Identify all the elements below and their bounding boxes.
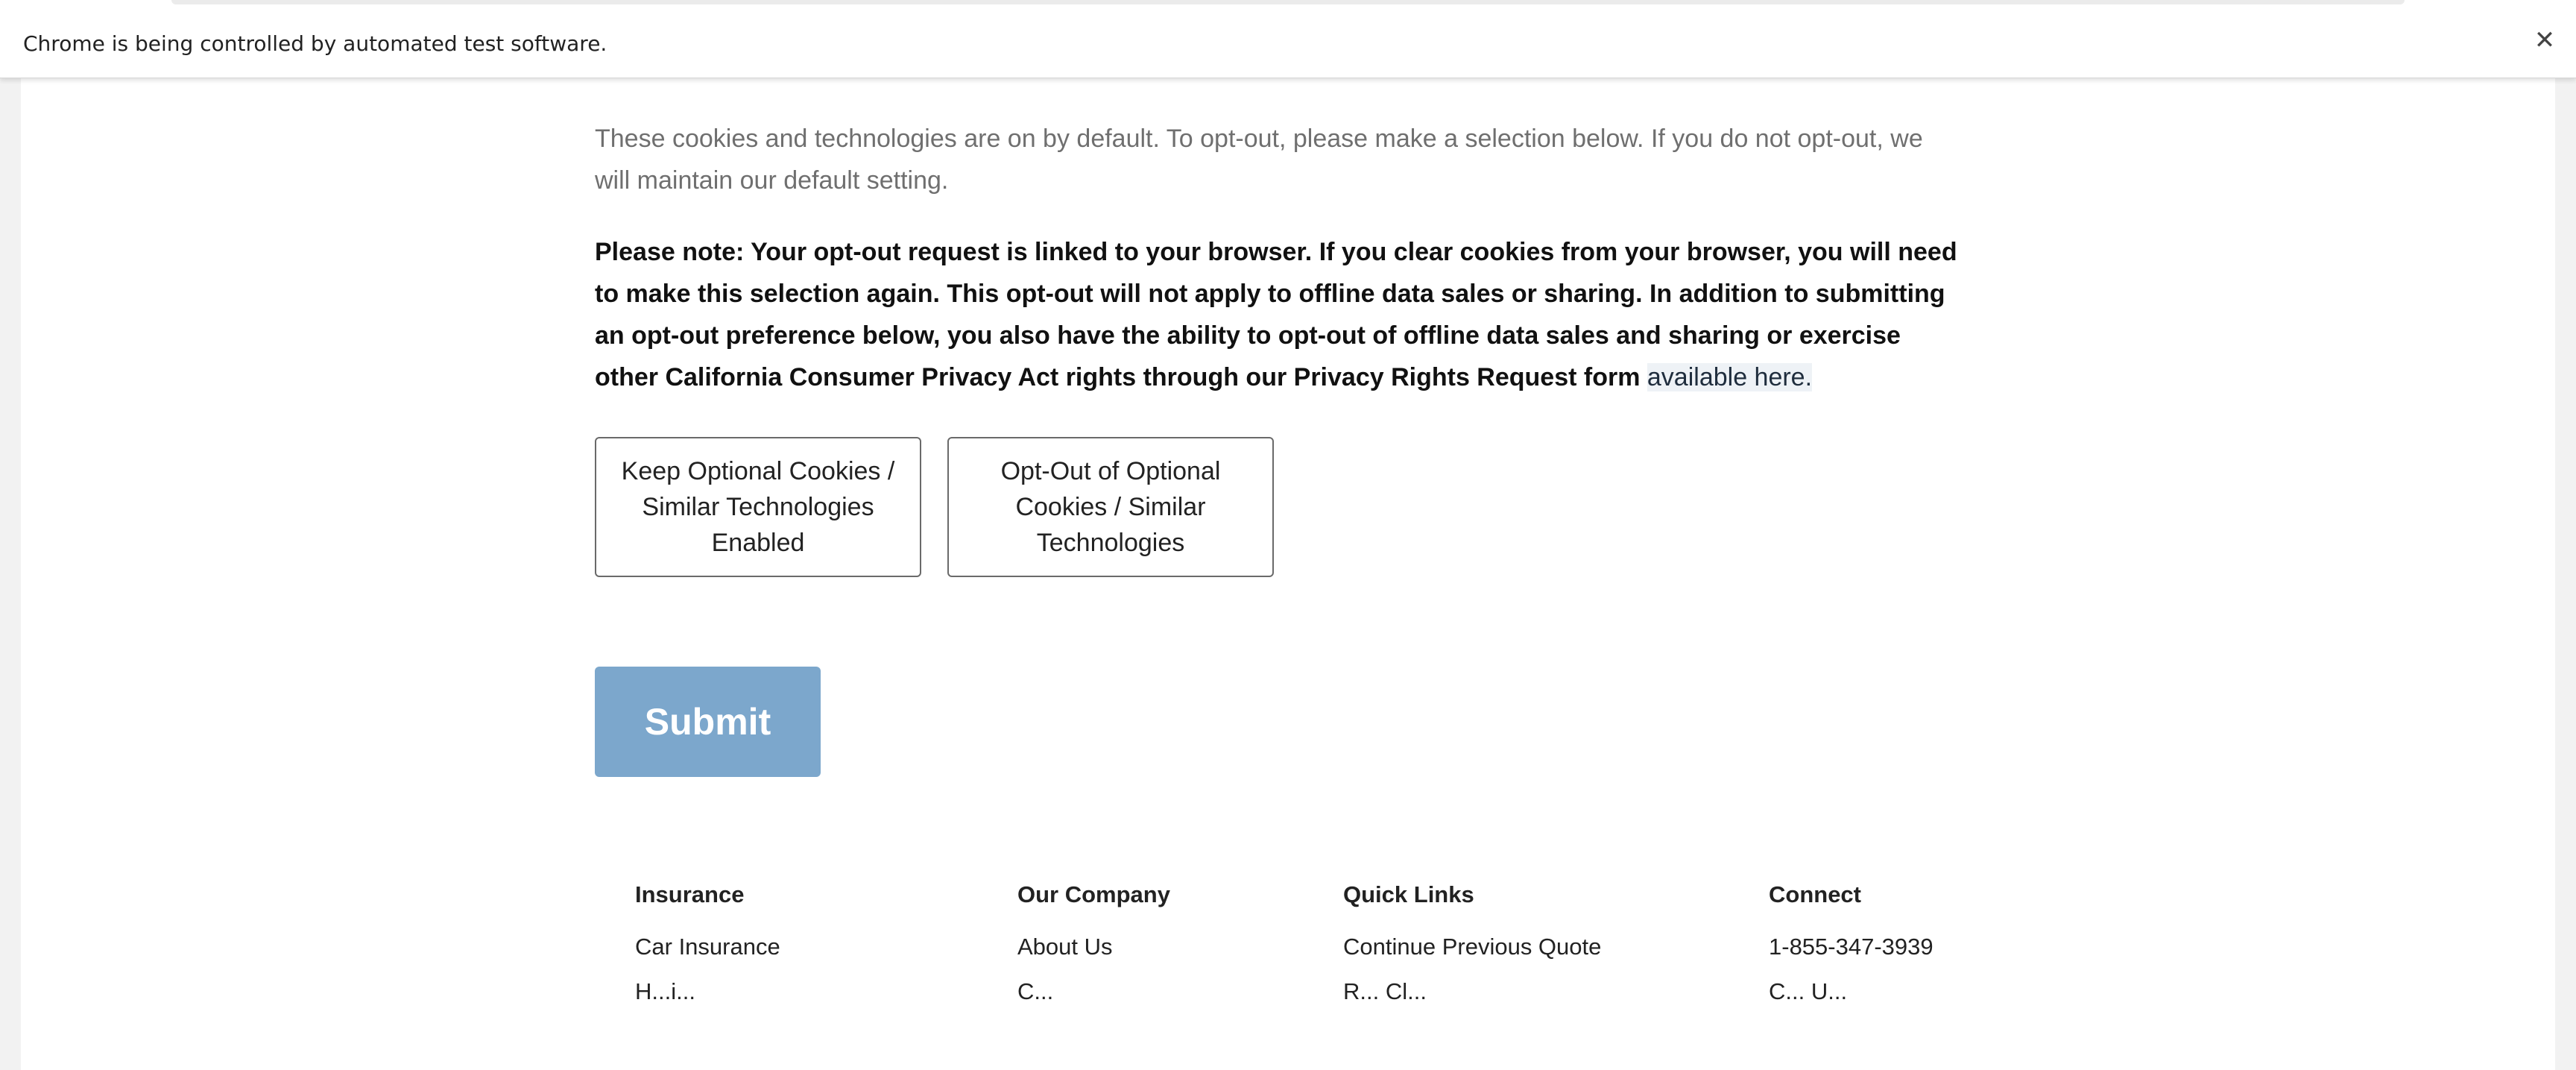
- footer-col-company: Our Company About Us C...: [1017, 881, 1170, 1008]
- footer-link-quick-2[interactable]: R... Cl...: [1343, 978, 1601, 1008]
- submit-button[interactable]: Submit: [595, 667, 821, 777]
- footer-link-insurance-2[interactable]: H...i...: [635, 978, 780, 1008]
- footer-heading-insurance: Insurance: [635, 881, 745, 907]
- keep-optional-cookies-button[interactable]: Keep Optional Cookies / Similar Technolo…: [595, 437, 921, 577]
- footer-link-car-insurance[interactable]: Car Insurance: [635, 934, 780, 960]
- footer-heading-company: Our Company: [1017, 881, 1170, 907]
- automation-infobar: Chrome is being controlled by automated …: [0, 0, 2576, 78]
- footer-link-about-us[interactable]: About Us: [1017, 934, 1170, 960]
- page-gutter-right: [2555, 78, 2576, 1070]
- privacy-request-link[interactable]: available here.: [1647, 363, 1813, 391]
- footer-heading-quick-links: Quick Links: [1343, 881, 1474, 907]
- tabstrip-edge: [171, 0, 2405, 4]
- footer-col-insurance: Insurance Car Insurance H...i...: [635, 881, 780, 1008]
- footer-link-company-2[interactable]: C...: [1017, 978, 1170, 1008]
- please-note-paragraph: Please note: Your opt-out request is lin…: [595, 231, 1959, 398]
- footer-col-connect: Connect 1-855-347-3939 C... U...: [1769, 881, 1933, 1008]
- footer-col-quick-links: Quick Links Continue Previous Quote R...…: [1343, 881, 1601, 1008]
- footer-link-continue-quote[interactable]: Continue Previous Quote: [1343, 934, 1601, 960]
- automation-notice-text: Chrome is being controlled by automated …: [23, 31, 607, 56]
- close-icon[interactable]: ✕: [2530, 25, 2560, 55]
- footer-link-connect-2[interactable]: C... U...: [1769, 978, 1933, 1008]
- opt-out-optional-cookies-button[interactable]: Opt-Out of Optional Cookies / Similar Te…: [947, 437, 1274, 577]
- footer-heading-connect: Connect: [1769, 881, 1861, 907]
- default-setting-paragraph: These cookies and technologies are on by…: [595, 125, 1923, 195]
- footer-phone-link[interactable]: 1-855-347-3939: [1769, 934, 1933, 960]
- page-gutter-left: [0, 78, 21, 1070]
